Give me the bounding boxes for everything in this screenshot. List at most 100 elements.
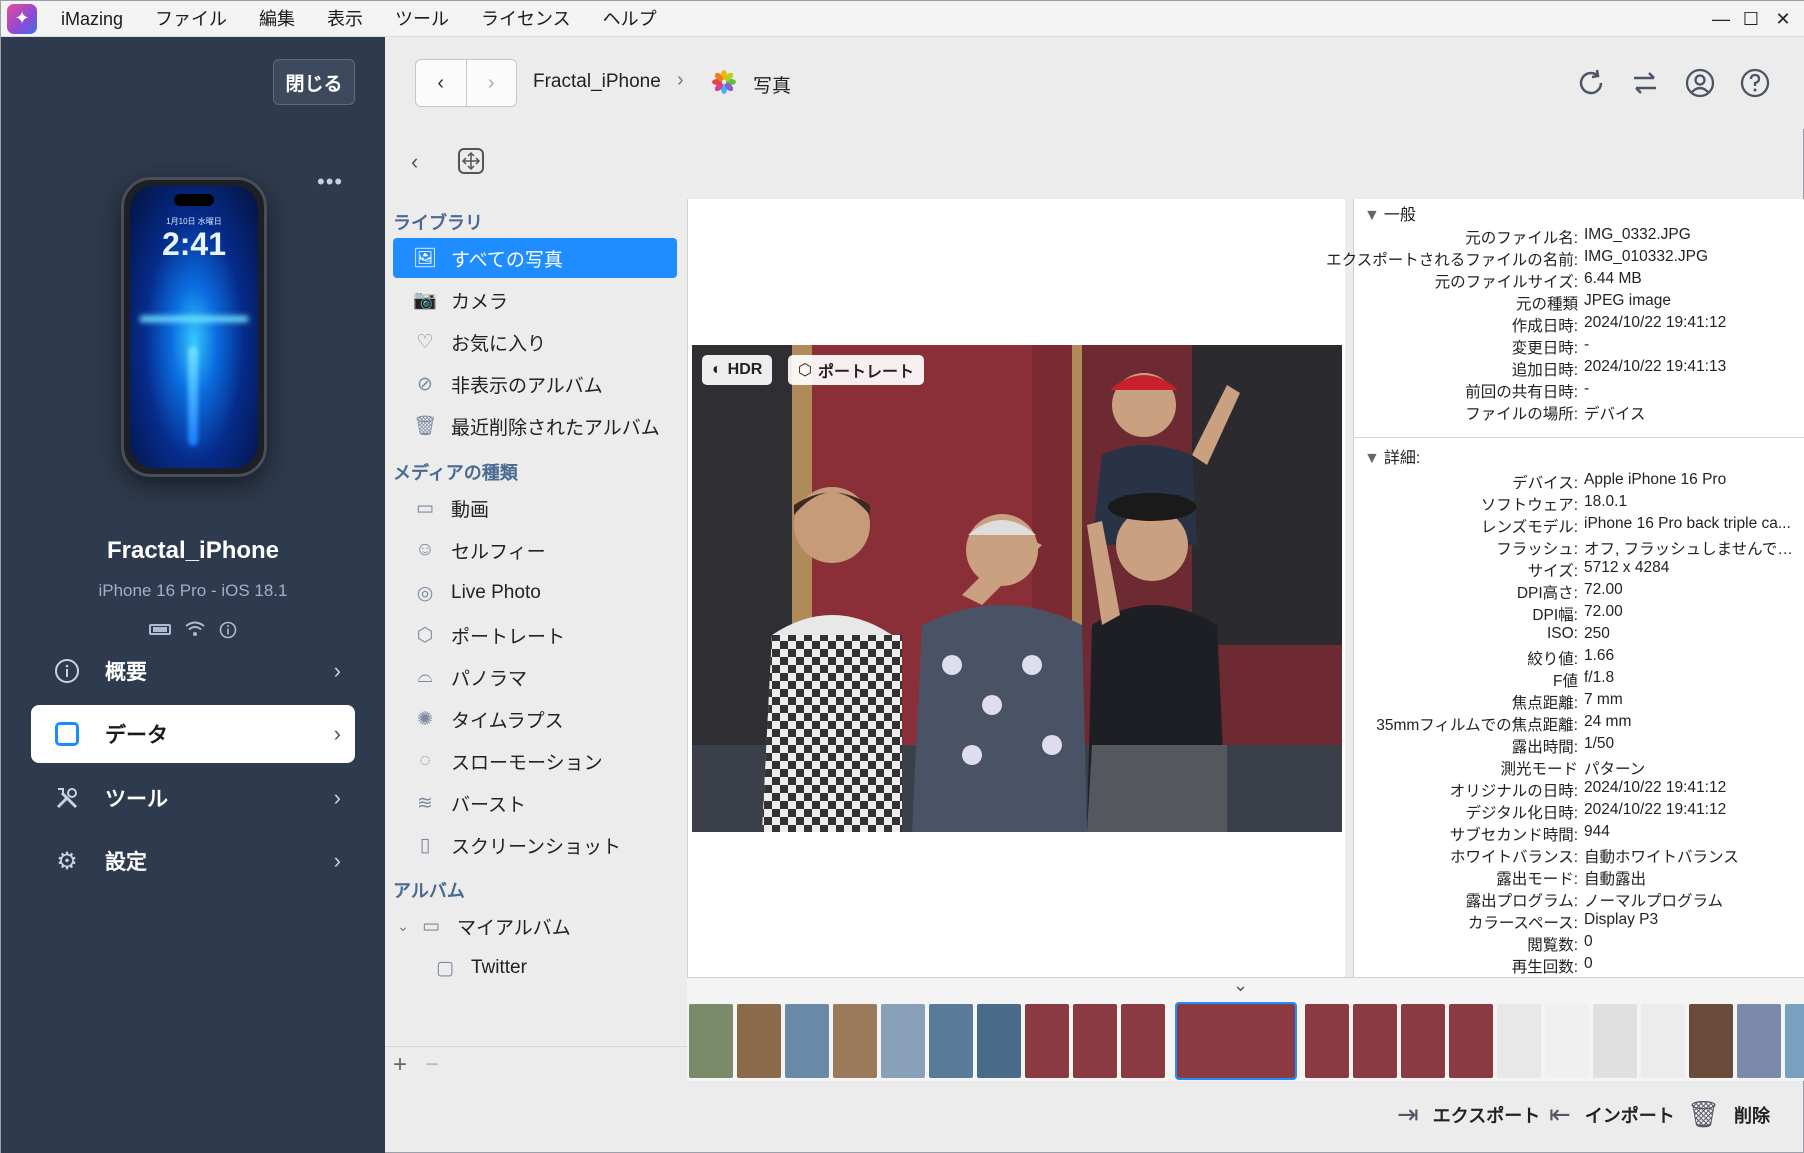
help-icon[interactable] — [1737, 65, 1773, 101]
delete-button[interactable]: 🗑 削除 — [1687, 1099, 1770, 1130]
lib-item-burst[interactable]: ≋ バースト — [393, 783, 677, 823]
nav-overview[interactable]: 概要 › — [31, 642, 355, 700]
lib-item-my-albums[interactable]: ⌄ ▭ マイアルバム — [393, 906, 677, 946]
detail-section-header[interactable]: ▼ 詳細: — [1364, 444, 1420, 468]
info-value[interactable]: JPEG image — [1584, 292, 1671, 310]
info-value[interactable]: 24 mm — [1584, 713, 1631, 731]
info-icon[interactable] — [219, 621, 237, 644]
info-value[interactable]: Display P3 — [1584, 911, 1658, 929]
photo-preview[interactable]: ◐ HDR ⬡ ポートレート — [692, 345, 1342, 832]
lib-item-panorama[interactable]: ⌓ パノラマ — [393, 657, 677, 697]
info-value[interactable]: 2024/10/22 19:41:13 — [1584, 358, 1726, 376]
photo-thumbnail[interactable] — [689, 1004, 733, 1078]
info-value[interactable]: Apple iPhone 16 Pro — [1584, 471, 1726, 489]
info-value[interactable]: 72.00 — [1584, 581, 1623, 599]
account-icon[interactable] — [1682, 65, 1718, 101]
photo-thumbnail[interactable] — [1353, 1004, 1397, 1078]
info-value[interactable]: 0 — [1584, 933, 1593, 951]
export-button[interactable]: ⇥ エクスポート — [1397, 1099, 1540, 1130]
menu-help[interactable]: ヘルプ — [587, 1, 673, 37]
menu-edit[interactable]: 編集 — [243, 1, 311, 37]
import-button[interactable]: ⇤ インポート — [1549, 1099, 1675, 1130]
lib-item-recently-deleted[interactable]: 🗑 最近削除されたアルバム — [393, 406, 677, 446]
menu-tools[interactable]: ツール — [379, 1, 465, 37]
photo-thumbnail[interactable] — [737, 1004, 781, 1078]
lib-item-slomo[interactable]: ◌ スローモーション — [393, 741, 677, 781]
photo-thumbnail[interactable] — [1785, 1004, 1804, 1078]
lib-item-portrait[interactable]: ⬡ ポートレート — [393, 615, 677, 655]
menu-app-name[interactable]: iMazing — [37, 1, 139, 37]
info-value[interactable]: 2024/10/22 19:41:12 — [1584, 779, 1726, 797]
info-value[interactable]: IMG_0332.JPG — [1584, 226, 1691, 244]
info-value[interactable]: オフ, フラッシュしませんでした — [1584, 537, 1802, 559]
forward-button[interactable]: › — [465, 60, 517, 106]
transfer-icon[interactable] — [1627, 65, 1663, 101]
info-value[interactable]: デバイス — [1584, 402, 1646, 424]
photo-thumbnail[interactable] — [1689, 1004, 1733, 1078]
info-value[interactable]: iPhone 16 Pro back triple ca... — [1584, 515, 1791, 533]
photo-thumbnail[interactable] — [929, 1004, 973, 1078]
lib-item-camera[interactable]: 📷 カメラ — [393, 280, 677, 320]
info-value[interactable]: 2024/10/22 19:41:12 — [1584, 314, 1726, 332]
info-value[interactable]: 1/50 — [1584, 735, 1614, 753]
photo-thumbnail[interactable] — [1073, 1004, 1117, 1078]
info-value[interactable]: 18.0.1 — [1584, 493, 1627, 511]
minimize-icon[interactable]: — — [1705, 1, 1737, 37]
lib-item-screenshots[interactable]: ▯ スクリーンショット — [393, 825, 677, 865]
info-value[interactable]: 0 — [1584, 955, 1593, 973]
lib-item-hidden[interactable]: ⊘ 非表示のアルバム — [393, 364, 677, 404]
info-value[interactable]: f/1.8 — [1584, 669, 1614, 687]
menu-file[interactable]: ファイル — [139, 1, 243, 37]
photo-thumbnail[interactable] — [1593, 1004, 1637, 1078]
info-value[interactable]: ノーマルプログラム — [1584, 889, 1723, 911]
photo-thumbnail[interactable] — [1641, 1004, 1685, 1078]
info-value[interactable]: 1.66 — [1584, 647, 1614, 665]
info-value[interactable]: 6.44 MB — [1584, 270, 1642, 288]
more-options-icon[interactable]: ••• — [317, 169, 343, 195]
info-value[interactable]: IMG_010332.JPG — [1584, 248, 1708, 266]
photo-thumbnail[interactable] — [1737, 1004, 1781, 1078]
fit-view-icon[interactable] — [457, 147, 485, 181]
chevron-down-icon[interactable]: ⌄ — [1233, 975, 1248, 996]
close-icon[interactable]: ✕ — [1767, 1, 1799, 37]
back-button[interactable]: ‹ — [416, 60, 466, 106]
maximize-icon[interactable]: ☐ — [1735, 1, 1767, 37]
add-album-button[interactable]: + — [393, 1051, 407, 1079]
info-value[interactable]: 72.00 — [1584, 603, 1623, 621]
refresh-icon[interactable] — [1573, 65, 1609, 101]
nav-settings[interactable]: ⚙ 設定 › — [31, 832, 355, 890]
info-value[interactable]: 944 — [1584, 823, 1610, 841]
collapse-left-icon[interactable]: ‹ — [411, 149, 418, 175]
photo-thumbnail[interactable] — [833, 1004, 877, 1078]
menu-license[interactable]: ライセンス — [465, 1, 587, 37]
remove-album-button[interactable]: − — [425, 1051, 439, 1079]
photo-thumbnail[interactable] — [881, 1004, 925, 1078]
info-value[interactable]: - — [1584, 380, 1589, 398]
photo-thumbnail[interactable] — [1025, 1004, 1069, 1078]
lib-item-videos[interactable]: ▭ 動画 — [393, 488, 677, 528]
lib-item-live-photo[interactable]: ◎ Live Photo — [393, 573, 677, 613]
info-value[interactable]: 250 — [1584, 625, 1610, 643]
info-value[interactable]: - — [1584, 336, 1589, 354]
lib-item-selfies[interactable]: ☺ セルフィー — [393, 530, 677, 570]
photo-thumbnail[interactable] — [1497, 1004, 1541, 1078]
photo-thumbnail[interactable] — [977, 1004, 1021, 1078]
nav-tools[interactable]: ツール › — [31, 769, 355, 827]
info-value[interactable]: 2024/10/22 19:41:12 — [1584, 801, 1726, 819]
photo-thumbnail[interactable] — [1305, 1004, 1349, 1078]
photo-thumbnail[interactable] — [785, 1004, 829, 1078]
info-value[interactable]: 7 mm — [1584, 691, 1623, 709]
close-button[interactable]: 閉じる — [273, 59, 355, 105]
chevron-down-icon[interactable]: ⌄ — [393, 918, 413, 935]
photo-thumbnail[interactable] — [1175, 1002, 1297, 1080]
info-value[interactable]: 自動露出 — [1584, 867, 1646, 889]
photo-thumbnail[interactable] — [1545, 1004, 1589, 1078]
nav-data[interactable]: データ › — [31, 705, 355, 763]
breadcrumb-device[interactable]: Fractal_iPhone — [533, 71, 661, 93]
photo-thumbnail[interactable] — [1401, 1004, 1445, 1078]
info-value[interactable]: 5712 x 4284 — [1584, 559, 1669, 577]
photo-thumbnail[interactable] — [1449, 1004, 1493, 1078]
lib-item-all-photos[interactable]: 🖼 すべての写真 — [393, 238, 677, 278]
general-section-header[interactable]: ▼ 一般 — [1364, 201, 1416, 225]
info-value[interactable]: パターン — [1584, 757, 1645, 779]
